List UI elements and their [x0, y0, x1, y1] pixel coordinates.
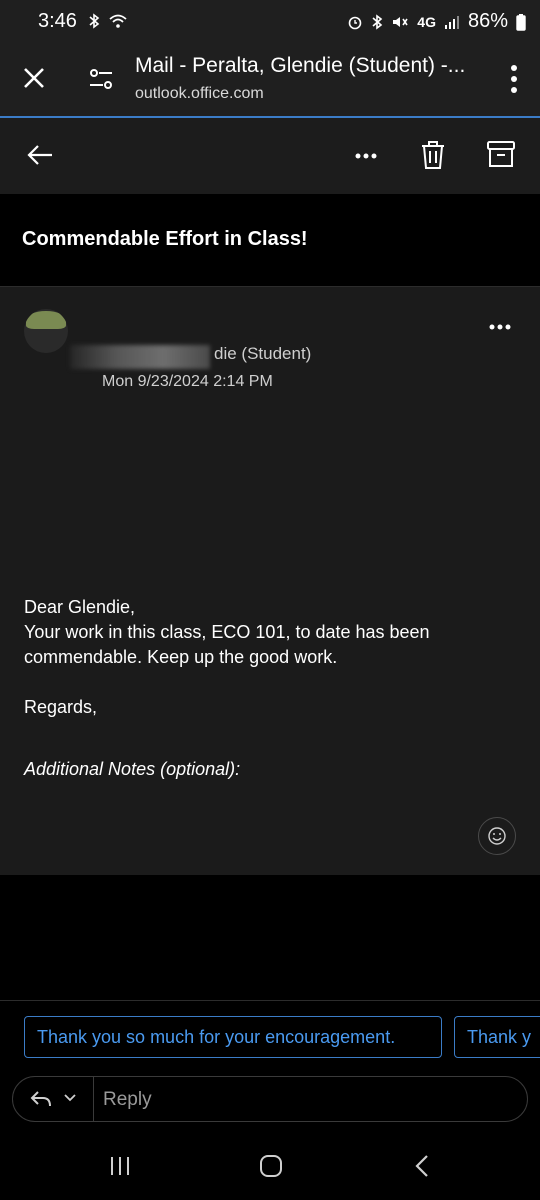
additional-notes-label: Additional Notes (optional): [24, 759, 241, 779]
reply-icon[interactable] [29, 1087, 53, 1111]
more-horizontal-icon[interactable] [354, 152, 378, 160]
divider [0, 1000, 540, 1001]
message-body: Dear Glendie, Your work in this class, E… [24, 595, 524, 720]
email-subject: Commendable Effort in Class! [22, 228, 308, 250]
message-more-icon[interactable] [488, 323, 512, 331]
back-arrow-icon[interactable] [26, 143, 54, 167]
message-date: Mon 9/23/2024 2:14 PM [102, 373, 273, 390]
page-title: Mail - Peralta, Glendie (Student) -... [135, 54, 466, 77]
redacted-sender-name [70, 345, 210, 369]
message-card: die (Student) Mon 9/23/2024 2:14 PM Dear… [0, 286, 540, 875]
suggested-reply-button[interactable]: Thank y [454, 1016, 540, 1058]
wifi-icon [109, 14, 127, 28]
system-navigation-bar [0, 1130, 540, 1200]
trash-icon[interactable] [420, 140, 446, 170]
alarm-icon [348, 16, 362, 29]
chevron-down-icon[interactable] [63, 1093, 77, 1103]
bluetooth-icon [89, 13, 100, 29]
back-nav-icon[interactable] [414, 1154, 430, 1178]
bluetooth-icon [372, 13, 383, 30]
url-text[interactable]: outlook.office.com [135, 85, 264, 103]
more-vertical-icon[interactable] [510, 64, 518, 94]
reply-input[interactable]: Reply [103, 1089, 152, 1111]
suggested-reply-button[interactable]: Thank you so much for your encouragement… [24, 1016, 442, 1058]
sender-name[interactable]: die (Student) [214, 344, 311, 364]
battery-percent: 86% [467, 10, 508, 32]
home-icon[interactable] [259, 1154, 283, 1178]
archive-icon[interactable] [486, 140, 516, 168]
sender-avatar[interactable] [24, 309, 68, 353]
body-greeting: Dear Glendie, [24, 597, 136, 617]
body-closing: Regards, [24, 697, 98, 717]
network-label: 4G [417, 13, 436, 30]
reaction-button[interactable] [478, 817, 516, 855]
site-settings-icon[interactable] [88, 66, 114, 92]
mute-icon [393, 16, 408, 27]
browser-bar: Mail - Peralta, Glendie (Student) -... o… [0, 44, 540, 116]
close-icon[interactable] [22, 66, 46, 90]
reply-bar: Reply [12, 1076, 528, 1122]
status-bar: 3:46 4G 86% [0, 0, 540, 44]
battery-icon [516, 13, 526, 31]
signal-icon [444, 15, 459, 29]
body-line: Your work in this class, ECO 101, to dat… [24, 622, 430, 642]
status-time: 3:46 [38, 10, 77, 32]
divider [93, 1077, 94, 1121]
recent-apps-icon[interactable] [108, 1156, 132, 1176]
mail-toolbar [0, 118, 540, 194]
smiley-icon [488, 827, 506, 845]
body-line: commendable. Keep up the good work. [24, 647, 338, 667]
